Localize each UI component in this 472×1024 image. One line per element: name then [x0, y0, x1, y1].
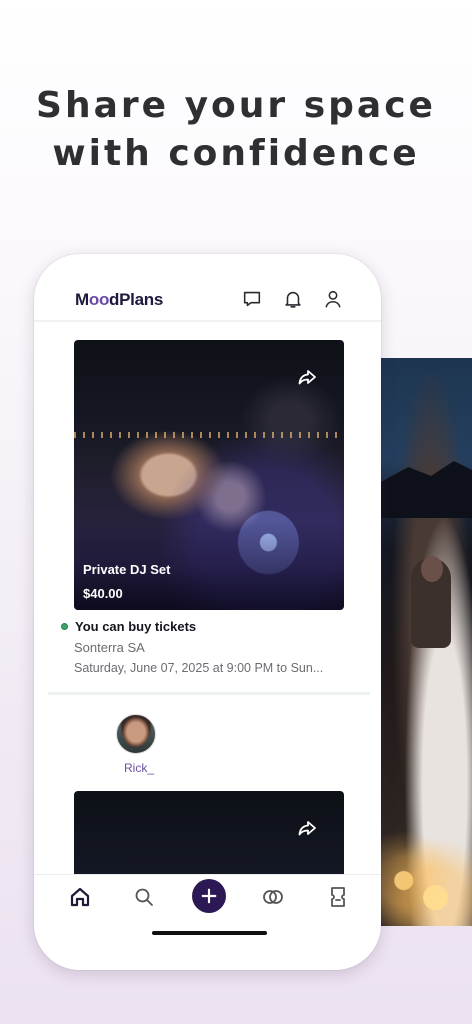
status-text: You can buy tickets	[75, 619, 197, 634]
phone-mockup: MoodPlans Private DJ Set $40.00 You can …	[34, 254, 381, 970]
bell-icon[interactable]	[282, 288, 304, 310]
add-icon	[201, 888, 217, 904]
share-icon[interactable]	[292, 362, 322, 392]
profile-icon[interactable]	[322, 288, 344, 310]
event-datetime: Saturday, June 07, 2025 at 9:00 PM to Su…	[74, 661, 324, 675]
home-indicator	[152, 931, 267, 935]
app-header: MoodPlans	[34, 254, 381, 322]
add-button[interactable]	[192, 879, 226, 913]
status-dot	[61, 623, 68, 630]
headline-line-2: with confidence	[52, 133, 420, 174]
username[interactable]: Rick_	[124, 761, 154, 775]
home-icon[interactable]	[68, 885, 92, 909]
tickets-icon[interactable]	[326, 885, 350, 909]
share-icon[interactable]	[292, 813, 322, 843]
headline-line-1: Share your space	[36, 85, 436, 126]
message-icon[interactable]	[241, 288, 263, 310]
ticket-status: You can buy tickets	[61, 619, 196, 634]
bottom-tab-bar	[34, 874, 381, 970]
mountain-silhouette	[381, 461, 472, 518]
headline: Share your space with confidence	[0, 82, 472, 178]
event-venue: Sonterra SA	[74, 640, 145, 655]
search-icon[interactable]	[132, 885, 156, 909]
background-photo	[381, 358, 472, 926]
person-figure	[411, 556, 451, 648]
event-price: $40.00	[83, 586, 123, 601]
divider	[48, 692, 370, 695]
event-card-image[interactable]: Private DJ Set $40.00	[74, 340, 344, 610]
event-name: Private DJ Set	[83, 562, 171, 577]
city-lights	[74, 432, 344, 438]
avatar[interactable]	[116, 714, 156, 754]
links-icon[interactable]	[261, 885, 285, 909]
app-logo[interactable]: MoodPlans	[75, 290, 163, 310]
